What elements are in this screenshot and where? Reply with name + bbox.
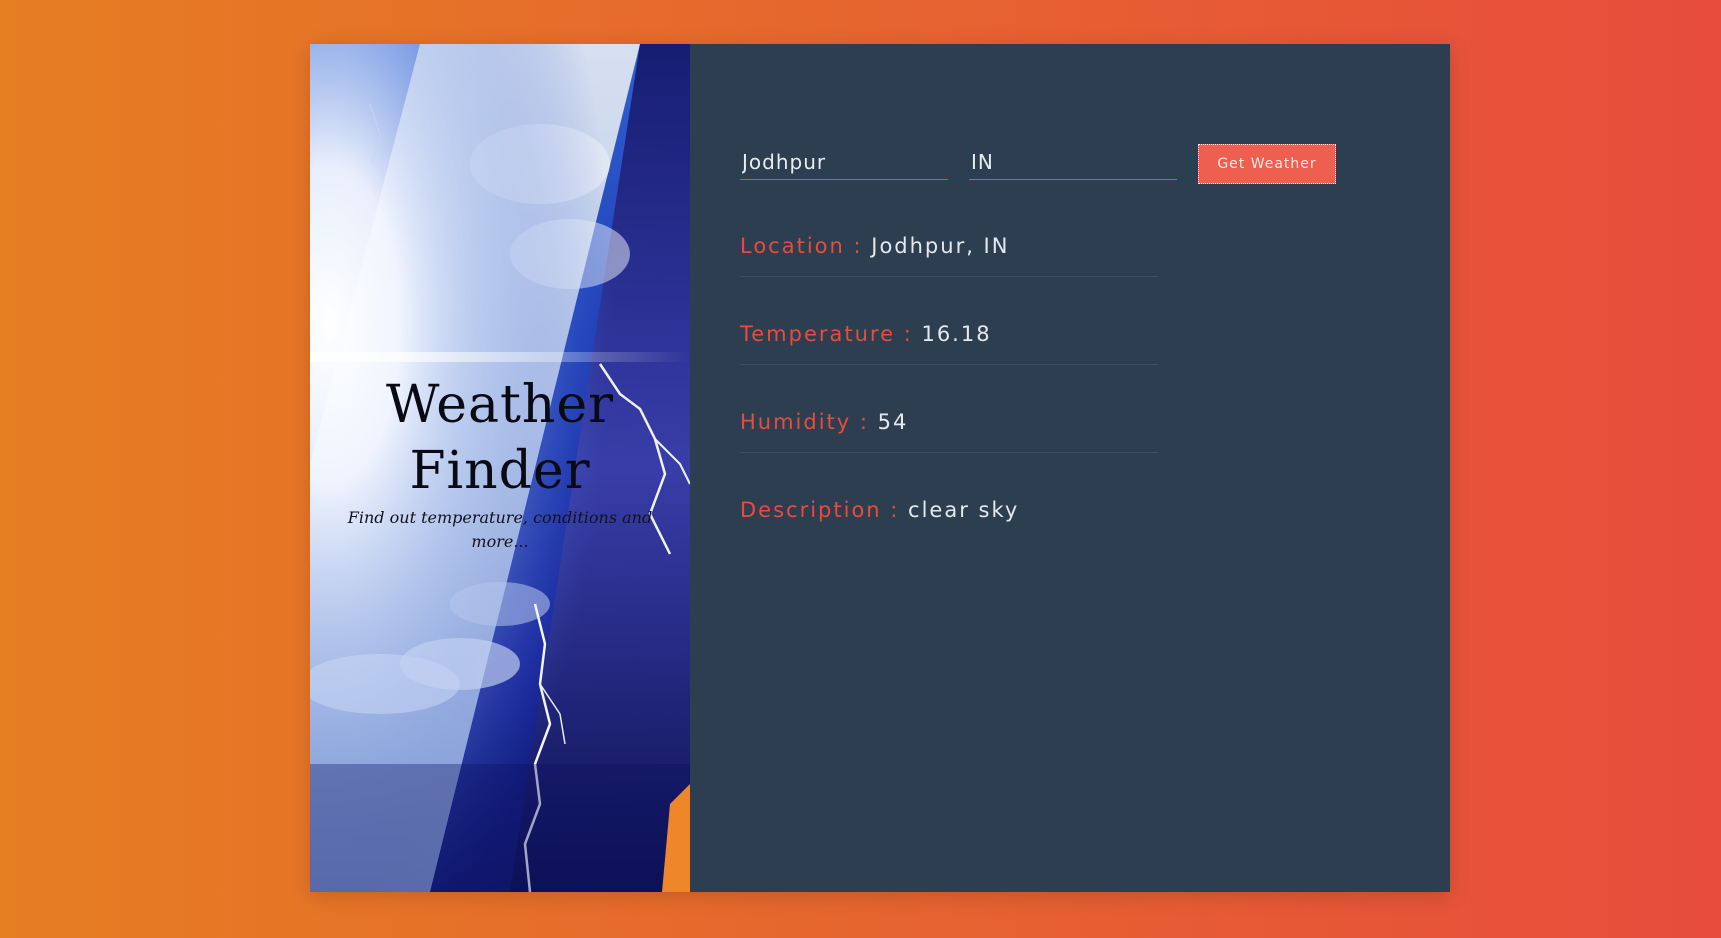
humidity-info: Humidity : 54 (740, 408, 1158, 496)
location-label: Location : (740, 234, 872, 258)
get-weather-button[interactable]: Get Weather (1198, 144, 1336, 184)
humidity-label: Humidity : (740, 410, 878, 434)
temperature-value: 16.18 (921, 322, 992, 346)
city-field-wrapper (740, 144, 948, 224)
humidity-value: 54 (877, 410, 909, 434)
country-field-wrapper (969, 144, 1177, 224)
app-subtitle: Find out temperature, conditions and mor… (347, 508, 653, 551)
divider (740, 364, 1158, 365)
city-input[interactable] (740, 144, 948, 180)
description-info: Description : clear sky (740, 496, 1158, 584)
app-title-line-2: Finder (409, 441, 591, 501)
divider (740, 452, 1158, 453)
location-info: Location : Jodhpur, IN (740, 232, 1158, 320)
hero-panel: Weather Finder Find out temperature, con… (310, 44, 690, 892)
description-label: Description : (740, 498, 909, 522)
temperature-label: Temperature : (740, 322, 922, 346)
app-title-line-1: Weather (386, 375, 614, 435)
temperature-info: Temperature : 16.18 (740, 320, 1158, 408)
location-value: Jodhpur, IN (871, 234, 1010, 258)
weather-app: Weather Finder Find out temperature, con… (310, 44, 1450, 892)
divider (740, 276, 1158, 277)
description-value: clear sky (908, 498, 1020, 522)
app-title: Weather Finder (310, 372, 690, 504)
country-input[interactable] (969, 144, 1177, 180)
weather-form-panel: Get Weather Location : Jodhpur, IN Tempe… (690, 44, 1450, 892)
